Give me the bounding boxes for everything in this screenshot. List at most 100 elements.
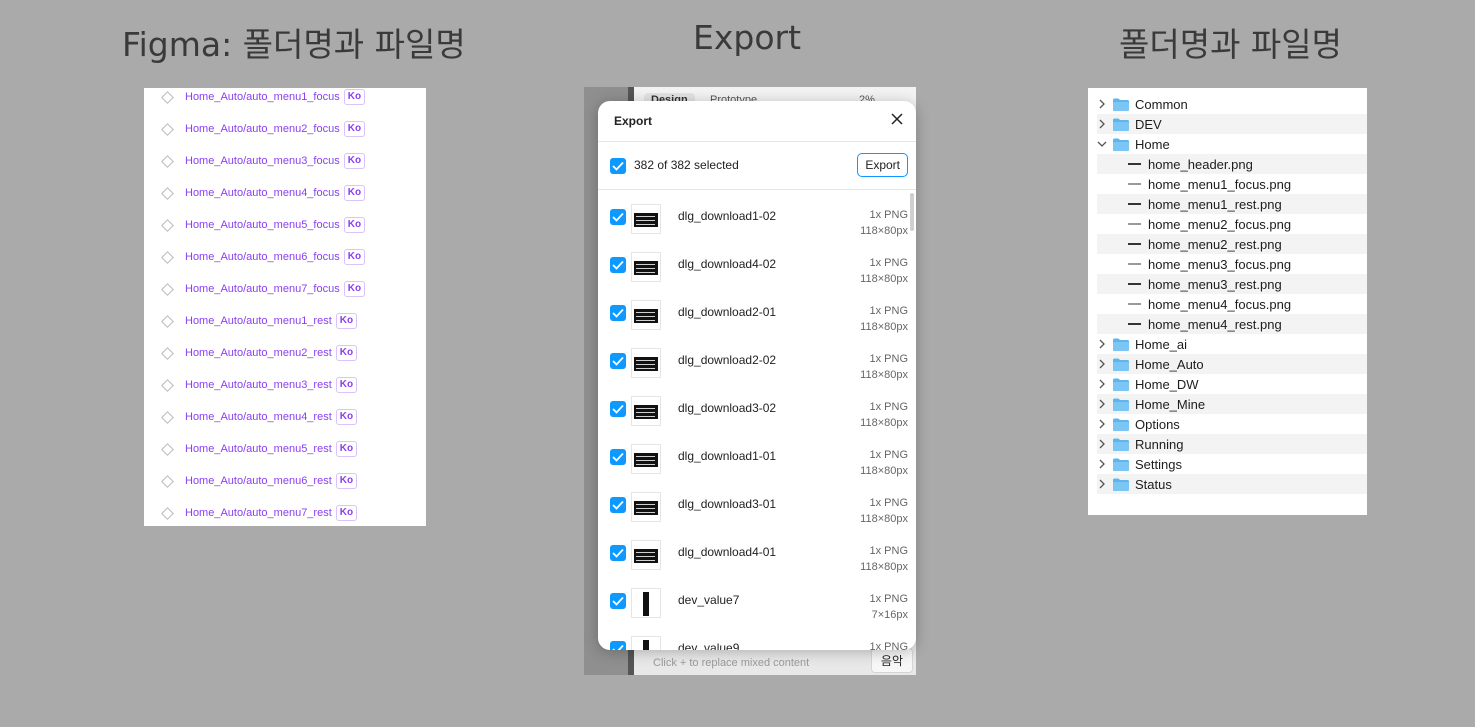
component-instance-icon <box>161 122 174 136</box>
item-checkbox[interactable] <box>610 209 626 225</box>
chevron-right-icon[interactable] <box>1097 339 1107 349</box>
item-format[interactable]: 1x PNG <box>869 593 908 605</box>
item-checkbox[interactable] <box>610 497 626 513</box>
item-format[interactable]: 1x PNG <box>869 257 908 269</box>
component-instance-icon <box>161 90 174 104</box>
item-format[interactable]: 1x PNG <box>869 497 908 509</box>
folder-row[interactable]: Home <box>1097 134 1367 154</box>
layer-name: Home_Auto/auto_menu4_rest <box>185 411 332 423</box>
chevron-right-icon[interactable] <box>1097 459 1107 469</box>
layer-row[interactable]: Home_Auto/auto_menu1_focus Ko <box>144 88 366 113</box>
chevron-right-icon[interactable] <box>1097 359 1107 369</box>
folder-row[interactable]: Settings <box>1097 454 1367 474</box>
layer-row[interactable]: Home_Auto/auto_menu6_focus Ko <box>144 241 366 273</box>
export-button[interactable]: Export <box>857 153 908 177</box>
item-format[interactable]: 1x PNG <box>869 401 908 413</box>
right-section-title: 폴더명과 파일명 <box>1119 25 1343 64</box>
item-checkbox[interactable] <box>610 353 626 369</box>
item-checkbox[interactable] <box>610 641 626 650</box>
image-file-icon <box>1128 223 1141 225</box>
file-row[interactable]: home_header.png <box>1097 154 1367 174</box>
export-item[interactable]: dlg_download3-02 1x PNG 118×80px <box>598 382 916 430</box>
layer-row[interactable]: Home_Auto/auto_menu3_rest Ko <box>144 369 358 401</box>
file-row[interactable]: home_menu3_rest.png <box>1097 274 1367 294</box>
folder-row[interactable]: Options <box>1097 414 1367 434</box>
chevron-right-icon[interactable] <box>1097 119 1107 129</box>
folder-row[interactable]: Home_ai <box>1097 334 1367 354</box>
item-size: 118×80px <box>860 273 908 285</box>
layer-row[interactable]: Home_Auto/auto_menu4_rest Ko <box>144 401 358 433</box>
folder-row[interactable]: Home_Mine <box>1097 394 1367 414</box>
layer-row[interactable]: Home_Auto/auto_menu7_rest Ko <box>144 497 358 526</box>
figma-layers-panel: Home_Auto/auto_menu1_focus Ko Home_Auto/au… <box>144 88 426 526</box>
item-checkbox[interactable] <box>610 545 626 561</box>
layer-row[interactable]: Home_Auto/auto_menu6_rest Ko <box>144 465 358 497</box>
checkmark-icon <box>612 596 624 606</box>
folder-row[interactable]: Running <box>1097 434 1367 454</box>
checkmark-icon <box>612 308 624 318</box>
close-icon[interactable] <box>890 112 904 126</box>
folder-row[interactable]: Home_DW <box>1097 374 1367 394</box>
item-checkbox[interactable] <box>610 449 626 465</box>
export-item[interactable]: dlg_download1-02 1x PNG 118×80px <box>598 190 916 238</box>
export-item[interactable]: dlg_download2-01 1x PNG 118×80px <box>598 286 916 334</box>
export-item[interactable]: dlg_download4-02 1x PNG 118×80px <box>598 238 916 286</box>
export-list-scrollbar[interactable] <box>910 193 914 231</box>
export-item[interactable]: dlg_download1-01 1x PNG 118×80px <box>598 430 916 478</box>
item-thumbnail <box>631 636 661 650</box>
folder-row[interactable]: Common <box>1097 94 1367 114</box>
item-checkbox[interactable] <box>610 305 626 321</box>
item-format[interactable]: 1x PNG <box>869 449 908 461</box>
file-row[interactable]: home_menu1_rest.png <box>1097 194 1367 214</box>
chevron-right-icon[interactable] <box>1097 399 1107 409</box>
export-item[interactable]: dlg_download3-01 1x PNG 118×80px <box>598 478 916 526</box>
folder-row[interactable]: DEV <box>1097 114 1367 134</box>
folder-row[interactable]: Home_Auto <box>1097 354 1367 374</box>
file-row[interactable]: home_menu2_rest.png <box>1097 234 1367 254</box>
item-format[interactable]: 1x PNG <box>869 545 908 557</box>
file-row[interactable]: home_menu4_rest.png <box>1097 314 1367 334</box>
chevron-right-icon[interactable] <box>1097 479 1107 489</box>
export-item[interactable]: dlg_download4-01 1x PNG 118×80px <box>598 526 916 574</box>
item-format[interactable]: 1x PNG <box>869 209 908 221</box>
item-name: dlg_download1-01 <box>678 449 777 463</box>
language-tag: Ko <box>343 249 366 265</box>
layer-row[interactable]: Home_Auto/auto_menu4_focus Ko <box>144 177 366 209</box>
item-checkbox[interactable] <box>610 257 626 273</box>
item-format[interactable]: 1x PNG <box>869 641 908 650</box>
item-format[interactable]: 1x PNG <box>869 305 908 317</box>
export-item[interactable]: dlg_download2-02 1x PNG 118×80px <box>598 334 916 382</box>
chevron-right-icon[interactable] <box>1097 99 1107 109</box>
file-row[interactable]: home_menu2_focus.png <box>1097 214 1367 234</box>
layer-row[interactable]: Home_Auto/auto_menu5_rest Ko <box>144 433 358 465</box>
folder-row[interactable]: Status <box>1097 474 1367 494</box>
export-item[interactable]: dev_value7 1x PNG 7×16px <box>598 574 916 622</box>
select-all-checkbox[interactable] <box>610 158 626 174</box>
design-panel-footer: Click + to replace mixed content 음악 <box>634 648 916 675</box>
component-instance-icon <box>161 506 174 520</box>
file-name: home_menu3_focus.png <box>1148 256 1292 272</box>
component-instance-icon <box>161 218 174 232</box>
item-format[interactable]: 1x PNG <box>869 353 908 365</box>
chevron-right-icon[interactable] <box>1097 439 1107 449</box>
export-item[interactable]: dev_value9 1x PNG <box>598 622 916 650</box>
item-size: 118×80px <box>860 513 908 525</box>
layer-row[interactable]: Home_Auto/auto_menu7_focus Ko <box>144 273 366 305</box>
layer-row[interactable]: Home_Auto/auto_menu3_focus Ko <box>144 145 366 177</box>
layer-row[interactable]: Home_Auto/auto_menu1_rest Ko <box>144 305 358 337</box>
item-checkbox[interactable] <box>610 401 626 417</box>
item-name: dev_value7 <box>678 593 740 607</box>
language-tag: Ko <box>335 473 358 489</box>
file-row[interactable]: home_menu1_focus.png <box>1097 174 1367 194</box>
file-row[interactable]: home_menu3_focus.png <box>1097 254 1367 274</box>
layer-row[interactable]: Home_Auto/auto_menu5_focus Ko <box>144 209 366 241</box>
layer-row[interactable]: Home_Auto/auto_menu2_rest Ko <box>144 337 358 369</box>
file-row[interactable]: home_menu4_focus.png <box>1097 294 1367 314</box>
chevron-right-icon[interactable] <box>1097 419 1107 429</box>
layer-row[interactable]: Home_Auto/auto_menu2_focus Ko <box>144 113 366 145</box>
chevron-right-icon[interactable] <box>1097 379 1107 389</box>
item-checkbox[interactable] <box>610 593 626 609</box>
font-button[interactable]: 음악 <box>870 648 913 673</box>
chevron-down-icon[interactable] <box>1097 139 1107 149</box>
dialog-thumbnail <box>634 453 658 467</box>
